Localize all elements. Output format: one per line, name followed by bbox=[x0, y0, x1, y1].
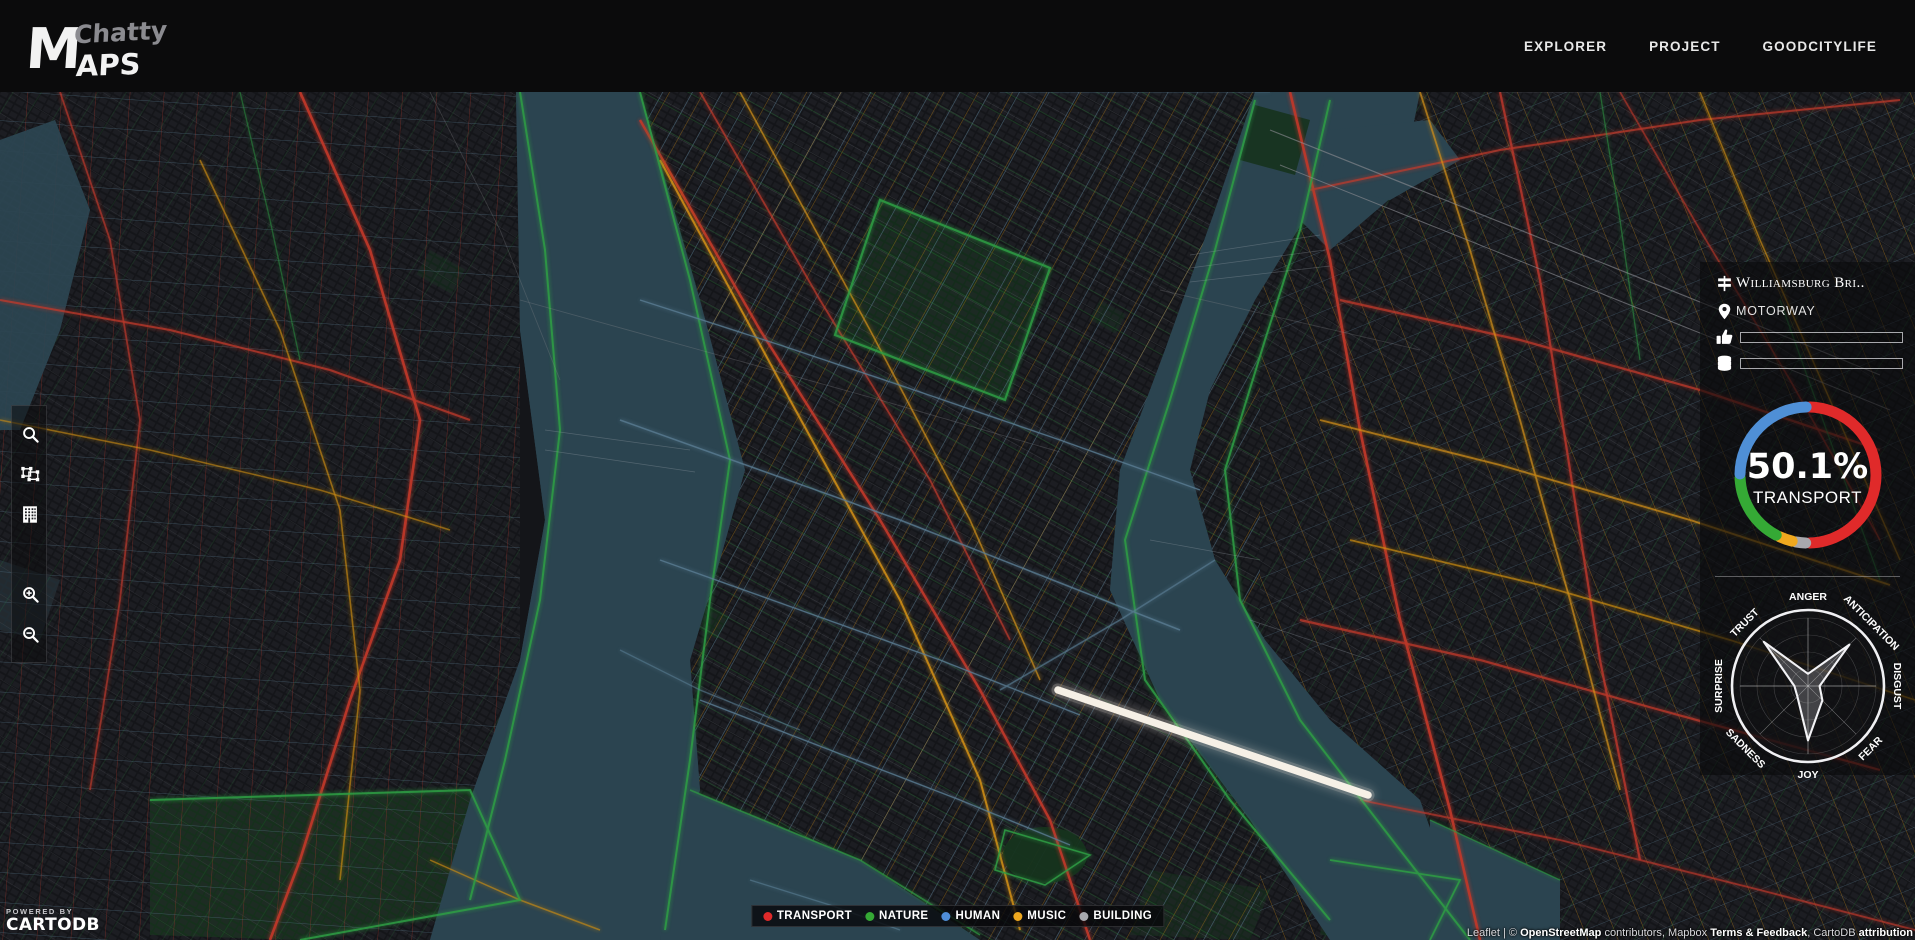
legend-label-human: HUMAN bbox=[955, 910, 1001, 922]
donut-segment-transport bbox=[1803, 401, 1881, 549]
data-volume-row bbox=[1700, 350, 1915, 376]
cartodb-wordmark: CARTODB bbox=[6, 915, 100, 935]
panel-divider bbox=[1715, 576, 1900, 577]
legend-item-transport[interactable]: TRANSPORT bbox=[762, 910, 853, 922]
donut-segment-human bbox=[1734, 401, 1812, 480]
zoom-out-button[interactable] bbox=[12, 614, 48, 654]
street-name-row: Williamsburg Bri.. bbox=[1700, 268, 1915, 298]
map-attribution: Leaflet | © OpenStreetMap contributors, … bbox=[1467, 927, 1913, 939]
cartodb-powered-by: POWERED BY bbox=[6, 906, 74, 916]
search-button[interactable] bbox=[12, 414, 48, 454]
attrib-prefix: Leaflet | © bbox=[1466, 927, 1521, 939]
map-toolbar bbox=[11, 405, 47, 663]
site-header: M Chatty APS EXPLORER PROJECT GOODCITYLI… bbox=[0, 0, 1915, 92]
attrib-terms-link[interactable]: Terms & Feedback bbox=[1710, 927, 1807, 939]
legend-dot-transport bbox=[762, 911, 772, 921]
legend-dot-building bbox=[1079, 911, 1089, 921]
legend-label-transport: TRANSPORT bbox=[776, 910, 853, 922]
zoom-in-icon bbox=[22, 586, 39, 603]
legend-item-human[interactable]: HUMAN bbox=[941, 910, 1000, 922]
buildings-button[interactable] bbox=[12, 494, 48, 534]
building-icon bbox=[23, 505, 37, 523]
street-info-panel: Williamsburg Bri.. MOTORWAY 50.1% TRANSP… bbox=[1700, 262, 1915, 781]
popularity-row bbox=[1700, 324, 1915, 350]
radar-svg: ANGER ANTICIPATIONDISGUSTFEARJOYSADNESSSU… bbox=[1712, 591, 1903, 781]
legend-dot-human bbox=[941, 911, 951, 921]
street-name: Williamsburg Bri.. bbox=[1736, 274, 1865, 291]
thumbs-up-icon bbox=[1712, 329, 1736, 345]
radar-axis-label-joy: JOY bbox=[1797, 769, 1818, 781]
donut-segment-nature bbox=[1734, 472, 1782, 541]
attrib-osm-tail: contributors, Mapbox bbox=[1601, 927, 1711, 939]
database-icon bbox=[1712, 355, 1736, 372]
sound-category-donut-chart: 50.1% TRANSPORT bbox=[1700, 390, 1915, 568]
radar-axis-label-surprise: SURPRISE bbox=[1712, 659, 1724, 713]
legend-label-nature: NATURE bbox=[879, 910, 929, 922]
nav-goodcitylife[interactable]: GOODCITYLIFE bbox=[1763, 39, 1877, 54]
legend-item-building[interactable]: BUILDING bbox=[1079, 910, 1152, 922]
donut-segment-music bbox=[1773, 531, 1798, 547]
radar-axis-label-anger: ANGER bbox=[1789, 591, 1827, 603]
popularity-bar bbox=[1740, 331, 1903, 343]
map-pin-icon bbox=[1712, 303, 1736, 320]
attrib-tail2: , CartoDB bbox=[1807, 927, 1859, 939]
select-area-button[interactable] bbox=[12, 454, 48, 494]
zoom-out-icon bbox=[22, 626, 39, 643]
map-legend: TRANSPORT NATURE HUMAN MUSIC BUILDING bbox=[750, 905, 1165, 927]
select-area-icon bbox=[20, 466, 39, 481]
emotion-radar-chart: ANGER ANTICIPATION DISGUST FEAR JOY SADNESS SU… bbox=[1700, 585, 1915, 785]
zoom-in-button[interactable] bbox=[12, 574, 48, 614]
legend-dot-music bbox=[1013, 911, 1023, 921]
chatty-maps-logo[interactable]: M Chatty APS bbox=[24, 15, 236, 84]
legend-dot-nature bbox=[865, 911, 875, 921]
main-navigation: EXPLORER PROJECT GOODCITYLIFE bbox=[1524, 0, 1877, 92]
street-type-row: MOTORWAY bbox=[1700, 298, 1915, 324]
nav-project[interactable]: PROJECT bbox=[1649, 39, 1720, 54]
donut-svg bbox=[1734, 401, 1881, 549]
legend-label-music: MUSIC bbox=[1027, 910, 1067, 922]
logo-chatty-text: Chatty bbox=[73, 15, 168, 50]
legend-item-nature[interactable]: NATURE bbox=[865, 910, 928, 922]
street-type: MOTORWAY bbox=[1736, 304, 1816, 318]
nav-explorer[interactable]: EXPLORER bbox=[1524, 39, 1607, 54]
data-volume-bar bbox=[1740, 357, 1903, 369]
map-canvas[interactable] bbox=[0, 0, 1915, 940]
street-sign-icon bbox=[1712, 275, 1736, 292]
chatty-maps-app: M Chatty APS EXPLORER PROJECT GOODCITYLI… bbox=[0, 0, 1915, 940]
logo-aps-text: APS bbox=[75, 46, 142, 84]
cartodb-badge[interactable]: POWERED BY CARTODB bbox=[6, 906, 100, 935]
radar-axis-label-disgust: DISGUST bbox=[1891, 663, 1903, 710]
attrib-cartodb-link[interactable]: attribution bbox=[1859, 927, 1913, 939]
map-render bbox=[0, 0, 1915, 940]
attrib-osm-link[interactable]: OpenStreetMap bbox=[1520, 927, 1601, 939]
legend-item-music[interactable]: MUSIC bbox=[1013, 910, 1066, 922]
search-icon bbox=[22, 426, 39, 443]
legend-label-building: BUILDING bbox=[1093, 910, 1153, 922]
